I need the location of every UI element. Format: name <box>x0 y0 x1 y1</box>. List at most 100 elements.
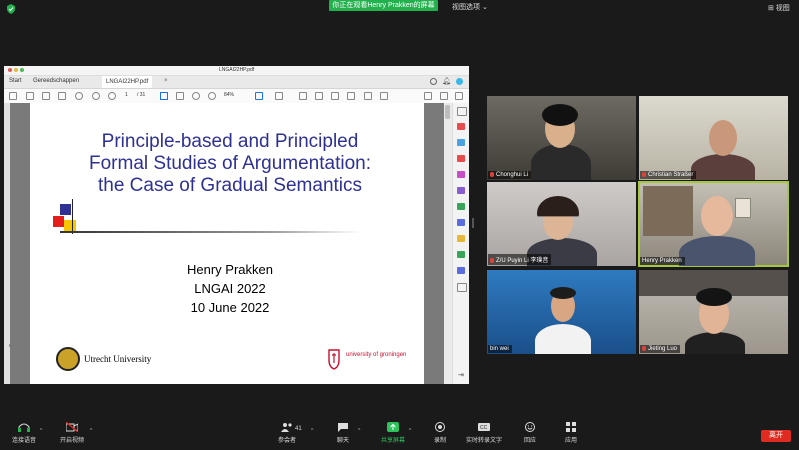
zoom-tool-icon[interactable] <box>457 107 467 116</box>
email-icon[interactable] <box>440 92 448 100</box>
utrecht-university-logo <box>56 347 80 371</box>
close-tab-icon[interactable]: × <box>164 78 168 84</box>
participant-video <box>542 104 578 126</box>
participants-icon <box>281 423 292 432</box>
more-tools-icon[interactable] <box>457 283 467 292</box>
apps-button[interactable]: 应用 <box>549 422 593 444</box>
highlight-pen-icon[interactable] <box>315 92 323 100</box>
closed-captions-icon: CC <box>478 423 490 431</box>
bookmark-star-icon[interactable] <box>26 92 34 100</box>
zoom-out-icon[interactable] <box>192 92 200 100</box>
participant-name: Jieting Luo <box>640 344 681 353</box>
video-tile[interactable]: Christian Straßer <box>639 96 788 180</box>
create-pdf-icon[interactable] <box>457 139 465 146</box>
scroll-mode-icon[interactable] <box>275 92 283 100</box>
apps-icon <box>566 422 576 432</box>
participant-name: Christian Straßer <box>640 170 697 179</box>
pdf-scrollbar[interactable] <box>444 103 452 384</box>
video-tile[interactable]: Z/U Puyin Li 李璞音 <box>487 182 636 266</box>
view-options-button[interactable]: 视图选项 ⌄ <box>452 2 488 12</box>
zoom-level[interactable]: 84% <box>224 92 234 98</box>
close-window-button[interactable] <box>8 68 12 72</box>
organize-pages-icon[interactable] <box>457 203 465 210</box>
draw-icon[interactable] <box>331 92 339 100</box>
account-icon[interactable] <box>456 78 463 85</box>
pdf-page-area[interactable]: Principle-based and Principled Formal St… <box>10 103 444 384</box>
muted-mic-icon <box>490 171 494 177</box>
print-icon[interactable] <box>58 92 66 100</box>
select-cursor-icon[interactable] <box>160 92 168 100</box>
page-number-input[interactable]: 1 <box>125 92 128 98</box>
expand-right-panel-icon[interactable]: ⇥ <box>458 371 464 379</box>
scrollbar-thumb[interactable] <box>445 105 450 119</box>
participant-video <box>696 288 732 306</box>
video-tile[interactable]: Jieting Luo <box>639 270 788 354</box>
slide-decoration <box>72 199 73 234</box>
bookshelf <box>643 186 693 236</box>
participants-button[interactable]: 参会者 <box>265 422 309 444</box>
record-button[interactable]: 录制 <box>418 422 462 444</box>
groningen-name: university of groningen <box>346 352 407 358</box>
save-icon[interactable] <box>9 92 17 100</box>
headphones-icon <box>18 423 30 432</box>
participant-name: Chonghui Li <box>488 170 532 179</box>
export-pdf-icon[interactable] <box>457 123 465 130</box>
compress-icon[interactable] <box>457 219 465 226</box>
participant-name: Z/U Puyin Li 李璞音 <box>488 254 552 265</box>
zoom-in-icon[interactable] <box>208 92 216 100</box>
comment-tool-icon[interactable] <box>457 171 465 178</box>
video-tile[interactable]: bin wei <box>487 270 636 354</box>
shield-icon[interactable] <box>6 4 16 14</box>
split-resize-handle[interactable] <box>472 218 474 228</box>
stamp-icon[interactable] <box>347 92 355 100</box>
participant-video <box>550 287 576 299</box>
leave-meeting-button[interactable]: 离开 <box>761 430 791 442</box>
view-button[interactable]: ⊞ 视图 <box>768 3 790 13</box>
participants-options-caret[interactable]: ^ <box>311 428 313 434</box>
protect-icon[interactable] <box>457 267 465 274</box>
help-icon[interactable] <box>430 78 438 85</box>
start-video-button[interactable]: 开启视频 <box>50 422 94 444</box>
maximize-window-button[interactable] <box>20 68 24 72</box>
hand-tool-icon[interactable] <box>176 92 184 100</box>
groningen-logo <box>328 349 340 370</box>
page-total: / 31 <box>137 92 146 98</box>
scan-ocr-icon[interactable] <box>457 251 465 258</box>
more-tools-icon[interactable] <box>380 92 388 100</box>
next-page-icon[interactable] <box>108 92 116 100</box>
tab-gereedschappen[interactable]: Gereedschappen <box>33 78 79 84</box>
search-icon[interactable] <box>75 92 83 100</box>
participant-video <box>535 324 591 354</box>
share-options-caret[interactable]: ^ <box>409 428 411 434</box>
reactions-button[interactable]: 回应 <box>508 422 552 444</box>
participant-name: bin wei <box>488 345 512 353</box>
upload-icon[interactable] <box>42 92 50 100</box>
share-link-icon[interactable] <box>455 92 463 100</box>
video-tile-active-speaker[interactable]: Henry Prakken <box>638 181 789 267</box>
delete-icon[interactable] <box>364 92 372 100</box>
pdf-tab-icons: 🔔︎ <box>430 78 463 85</box>
participant-video <box>701 196 733 236</box>
minimize-window-button[interactable] <box>14 68 18 72</box>
live-transcript-button[interactable]: CC 实时转录文字 <box>462 422 506 444</box>
sign-icon[interactable] <box>424 92 432 100</box>
fill-sign-icon[interactable] <box>457 235 465 242</box>
slide-divider <box>60 231 360 233</box>
fit-page-icon[interactable] <box>255 92 263 100</box>
combine-files-icon[interactable] <box>457 187 465 194</box>
comment-icon[interactable] <box>299 92 307 100</box>
video-options-caret[interactable]: ^ <box>90 428 92 434</box>
edit-pdf-icon[interactable] <box>457 155 465 162</box>
tab-document[interactable]: LNGAI22HP.pdf <box>102 76 153 88</box>
audio-options-caret[interactable]: ^ <box>40 428 42 434</box>
bell-icon[interactable]: 🔔︎ <box>442 78 451 85</box>
pdf-tab-bar: Start Gereedschappen LNGAI22HP.pdf × 🔔︎ <box>4 76 469 89</box>
participant-name: Henry Prakken <box>640 257 685 265</box>
participant-video <box>709 120 737 156</box>
chat-options-caret[interactable]: ^ <box>358 428 360 434</box>
tab-start[interactable]: Start <box>9 78 22 84</box>
muted-mic-icon <box>642 345 646 351</box>
pdf-toolbar: 1 / 31 84% <box>4 89 469 104</box>
previous-page-icon[interactable] <box>92 92 100 100</box>
video-tile[interactable]: Chonghui Li <box>487 96 636 180</box>
